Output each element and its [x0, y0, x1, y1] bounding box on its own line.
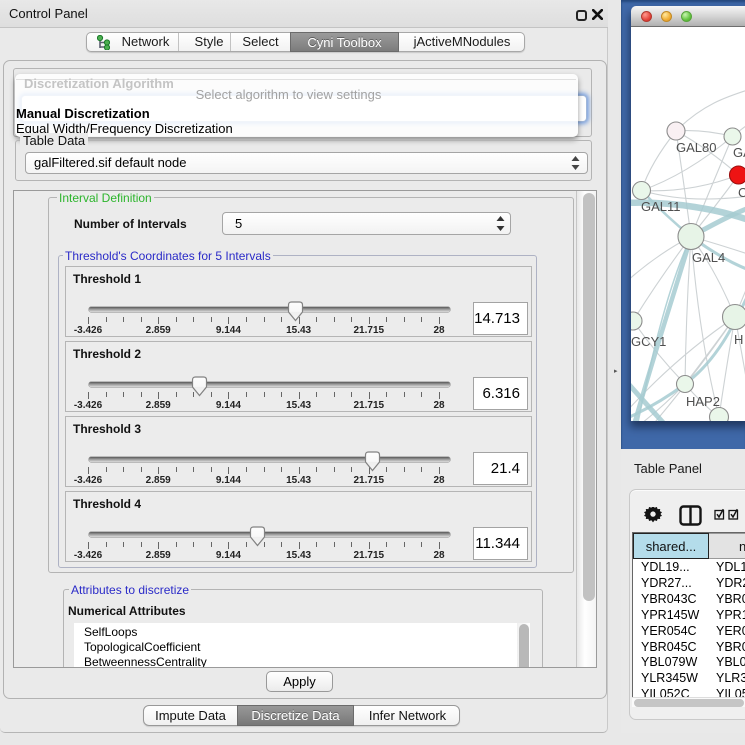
- svg-text:GCY1: GCY1: [631, 334, 666, 349]
- svg-text:GAL11: GAL11: [641, 199, 681, 214]
- svg-text:GA: GA: [733, 145, 745, 160]
- svg-text:HAP2: HAP2: [686, 394, 720, 409]
- svg-text:GAL4: GAL4: [692, 250, 725, 265]
- svg-text:C: C: [738, 185, 745, 200]
- svg-text:H: H: [734, 332, 743, 347]
- svg-text:GAL80: GAL80: [676, 140, 716, 155]
